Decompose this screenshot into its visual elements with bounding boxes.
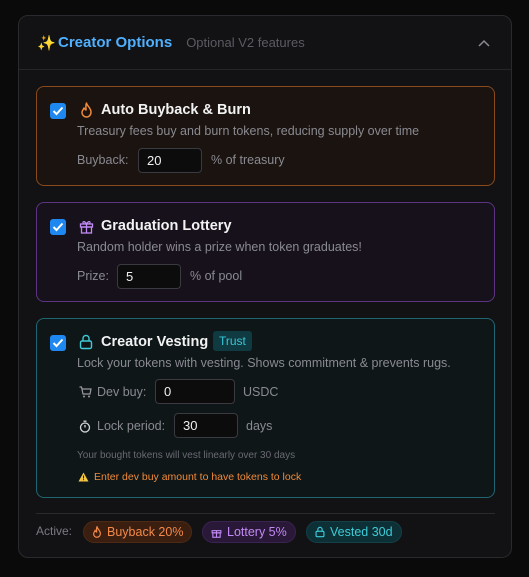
- lottery-description: Random holder wins a prize when token gr…: [77, 240, 362, 254]
- vesting-card: Creator Vesting Trust Lock your tokens w…: [36, 318, 495, 498]
- lock-icon: [315, 526, 325, 538]
- vesting-title: Creator Vesting: [101, 334, 209, 350]
- trust-badge: Trust: [213, 331, 252, 351]
- lock-period-label: Lock period:: [97, 419, 166, 433]
- buyback-card: Auto Buyback & Burn Treasury fees buy an…: [36, 86, 495, 186]
- lottery-card: Graduation Lottery Random holder wins a …: [36, 202, 495, 302]
- buyback-label: Buyback:: [77, 153, 129, 167]
- active-chip-label: Vested 30d: [330, 525, 393, 539]
- vesting-note: Your bought tokens will vest linearly ov…: [77, 450, 296, 461]
- stopwatch-icon: [78, 419, 92, 433]
- chevron-up-icon[interactable]: [475, 34, 493, 52]
- flame-icon: [93, 526, 101, 538]
- creator-options-panel: ✨ Creator Options Optional V2 features A…: [18, 15, 512, 558]
- panel-header[interactable]: ✨ Creator Options Optional V2 features: [19, 16, 511, 70]
- dev-buy-unit: USDC: [243, 385, 279, 399]
- lock-icon: [78, 333, 94, 351]
- lottery-label: Prize:: [77, 269, 109, 283]
- warning-text: Enter dev buy amount to have tokens to l…: [94, 471, 302, 483]
- vesting-description: Lock your tokens with vesting. Shows com…: [77, 356, 451, 370]
- active-chip-vested: Vested 30d: [306, 521, 402, 543]
- buyback-input[interactable]: [138, 148, 202, 173]
- buyback-title: Auto Buyback & Burn: [101, 102, 251, 118]
- lottery-unit: % of pool: [190, 269, 243, 283]
- divider: [36, 513, 495, 514]
- active-chip-lottery: Lottery 5%: [202, 521, 296, 543]
- lock-period-unit: days: [246, 419, 273, 433]
- panel-subtitle: Optional V2 features: [186, 35, 305, 50]
- vesting-warning: Enter dev buy amount to have tokens to l…: [78, 471, 301, 483]
- lottery-input[interactable]: [117, 264, 181, 289]
- dev-buy-input[interactable]: [155, 379, 235, 404]
- vesting-checkbox[interactable]: [50, 335, 66, 351]
- dev-buy-label: Dev buy:: [97, 385, 147, 399]
- panel-title: Creator Options: [58, 34, 173, 51]
- lock-period-input[interactable]: [174, 413, 238, 438]
- lottery-title: Graduation Lottery: [101, 218, 232, 234]
- active-label: Active:: [36, 524, 73, 538]
- flame-icon: [78, 101, 94, 119]
- cart-icon: [78, 385, 92, 399]
- buyback-description: Treasury fees buy and burn tokens, reduc…: [77, 124, 420, 138]
- lottery-checkbox[interactable]: [50, 219, 66, 235]
- buyback-checkbox[interactable]: [50, 103, 66, 119]
- sparkles-icon: ✨: [37, 34, 56, 52]
- active-chip-label: Buyback 20%: [107, 525, 184, 539]
- warning-icon: [78, 472, 89, 482]
- gift-icon: [78, 217, 94, 235]
- buyback-unit: % of treasury: [211, 153, 285, 167]
- active-chip-buyback: Buyback 20%: [83, 521, 193, 543]
- gift-icon: [211, 529, 222, 538]
- active-chip-label: Lottery 5%: [227, 525, 287, 539]
